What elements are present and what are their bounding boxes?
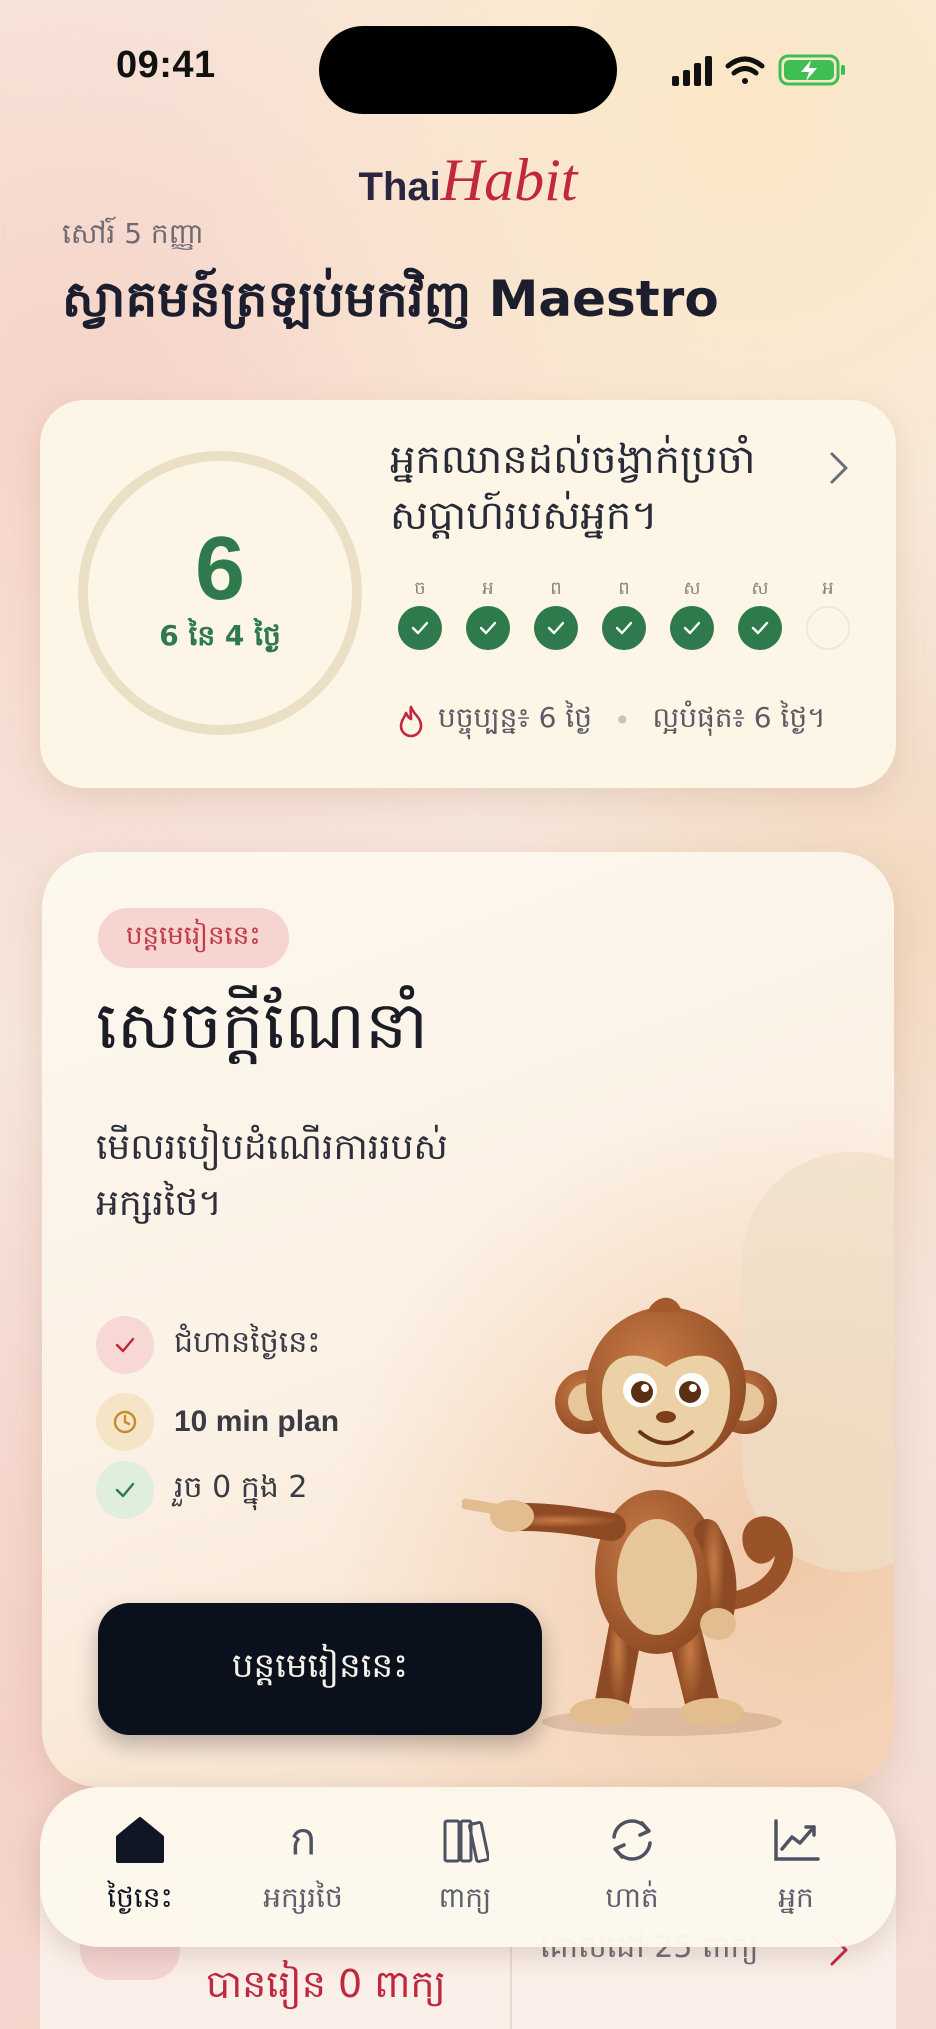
streak-count: 6 — [194, 519, 246, 619]
weekday-5: ស — [738, 576, 782, 650]
chevron-right-icon[interactable] — [824, 448, 854, 488]
continue-badge: បន្តមេរៀននេះ — [98, 908, 289, 968]
meta-today-text: ជំហានថ្ងៃនេះ — [174, 1325, 321, 1360]
best-streak: ល្អបំផុត៖ 6 ថ្ងៃ។ — [652, 701, 826, 734]
weekday-2: ព — [534, 576, 578, 650]
current-streak: បច្ចុប្បន្ន៖ 6 ថ្ងៃ — [438, 701, 593, 734]
app-logo: ThaiHabit — [0, 146, 936, 215]
battery-icon — [778, 54, 845, 86]
weekday-label: អ — [482, 578, 494, 599]
streak-message: អ្នកឈានដល់ចង្វាក់ប្រចាំសប្តាហ៍របស់អ្នក។ — [390, 437, 756, 539]
weekday-0: ច — [398, 576, 442, 650]
day-complete-check-icon — [738, 606, 782, 650]
streak-stats: បច្ចុប្បន្ន៖ 6 ថ្ងៃ • ល្អបំផុត៖ 6 ថ្ងៃ។ — [396, 700, 826, 741]
status-time: 09:41 — [116, 44, 216, 86]
clock-icon — [96, 1393, 154, 1451]
weekday-tracker: ចអពពសសអ — [398, 576, 860, 666]
home-icon — [116, 1817, 164, 1863]
weekday-label: ស — [683, 578, 701, 599]
check-icon — [96, 1316, 154, 1374]
tab-you[interactable]: អ្នក — [721, 1812, 871, 1921]
wifi-icon — [725, 56, 765, 84]
tab-thai-letters[interactable]: ก អក្សរថៃ — [228, 1812, 378, 1921]
weekday-3: ព — [602, 576, 646, 650]
meta-plan: 10 min plan — [96, 1392, 339, 1452]
weekday-label: ច — [414, 578, 426, 599]
day-complete-check-icon — [398, 606, 442, 650]
meta-progress: រួច 0 ក្នុង 2 — [96, 1460, 307, 1520]
weekday-label: ព — [618, 578, 630, 599]
weekday-label: អ — [822, 578, 834, 599]
day-complete-check-icon — [534, 606, 578, 650]
signal-icon — [672, 56, 712, 86]
weekday-label: ព — [550, 578, 562, 599]
meta-progress-text: រួច 0 ក្នុង 2 — [174, 1470, 308, 1505]
chart-icon — [774, 1819, 820, 1861]
tab-label: អ្នក — [778, 1881, 814, 1914]
tab-label: ហាត់ — [605, 1881, 659, 1914]
weekday-label: ស — [751, 578, 769, 599]
meta-today: ជំហានថ្ងៃនេះ — [96, 1315, 320, 1375]
tab-practice[interactable]: ហាត់ — [557, 1812, 707, 1921]
tab-label: ពាក្យ — [438, 1881, 492, 1914]
current-date: សៅរ៍ 5 កញ្ញា — [62, 217, 204, 250]
logo-habit: Habit — [440, 147, 578, 213]
words-learned: បានរៀន 0 ពាក្យ — [206, 1962, 446, 2006]
refresh-icon — [612, 1819, 652, 1861]
dynamic-island — [319, 26, 617, 114]
meta-plan-text: 10 min plan — [174, 1405, 340, 1438]
weekday-4: ស — [670, 576, 714, 650]
tab-label: អក្សរថៃ — [263, 1881, 343, 1914]
flame-icon — [399, 705, 423, 737]
logo-thai: Thai — [358, 165, 441, 209]
monkey-mascot-illustration — [462, 1297, 793, 1736]
lesson-title: សេចក្តីណែនាំ — [96, 987, 428, 1064]
status-icons — [672, 54, 845, 86]
tab-words[interactable]: ពាក្យ — [390, 1812, 540, 1921]
page-title: ស្វាគមន៍ត្រឡប់មកវិញ Maestro — [62, 270, 719, 328]
day-complete-check-icon — [466, 606, 510, 650]
streak-goal: 6 នៃ 4 ថ្ងៃ — [159, 619, 281, 652]
day-complete-check-icon — [602, 606, 646, 650]
thai-letter-icon: ก — [289, 1814, 317, 1865]
tab-today[interactable]: ថ្ងៃនេះ — [65, 1812, 215, 1921]
weekday-6: អ — [806, 576, 850, 650]
day-complete-check-icon — [670, 606, 714, 650]
check-icon — [96, 1461, 154, 1519]
tab-label: ថ្ងៃនេះ — [107, 1881, 173, 1914]
books-icon — [443, 1819, 489, 1863]
lesson-description: មើលរបៀបដំណើរការរបស់អក្សរថៃ។ — [96, 1127, 448, 1224]
weekday-1: អ — [466, 576, 510, 650]
day-empty-circle — [806, 606, 850, 650]
separator-dot: • — [614, 704, 631, 737]
